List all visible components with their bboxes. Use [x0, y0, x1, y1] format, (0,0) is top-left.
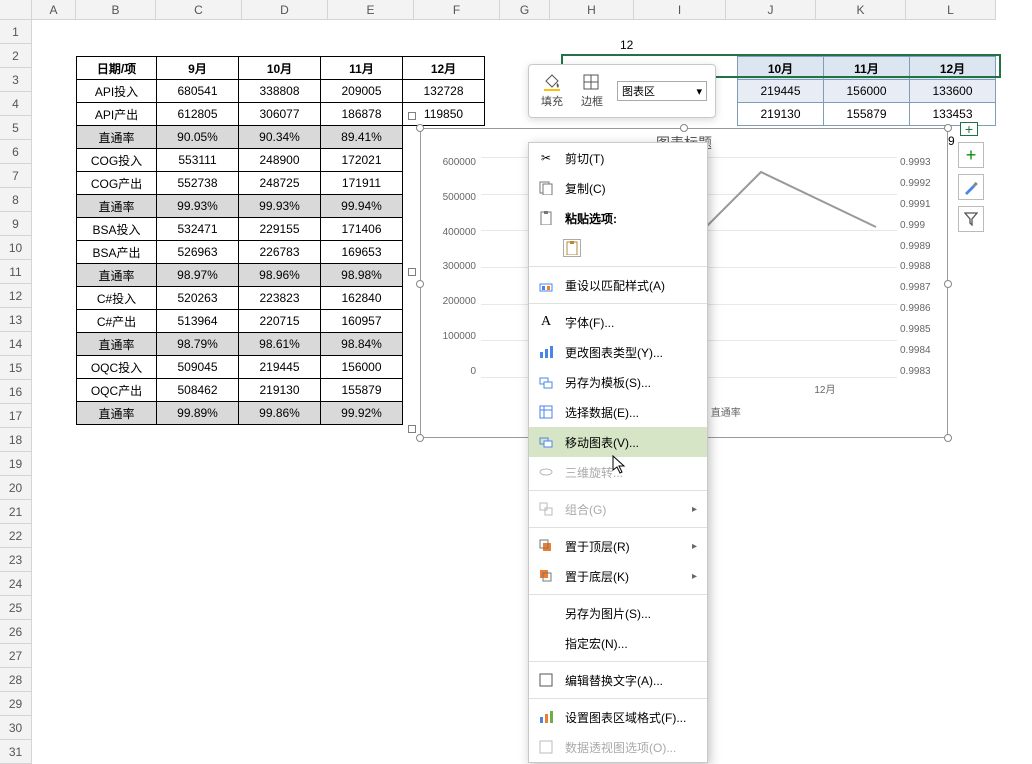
menu-copy[interactable]: 复制(C): [529, 173, 707, 203]
menu-reset-style[interactable]: 重设以匹配样式(A): [529, 270, 707, 300]
rotate-3d-icon: [537, 463, 555, 481]
chart-handle[interactable]: [944, 124, 952, 132]
data-table-right[interactable]: 10月11月12月2194451560001336002191301558791…: [737, 56, 996, 126]
menu-save-as-template[interactable]: 另存为模板(S)...: [529, 367, 707, 397]
paste-icon: [563, 239, 581, 257]
selection-handle[interactable]: [408, 425, 416, 433]
chart-side-buttons: +: [958, 142, 984, 232]
border-icon: [582, 73, 602, 91]
chart-handle[interactable]: [944, 434, 952, 442]
font-icon: A: [537, 313, 555, 331]
chart-element-select[interactable]: 图表区 ▾: [617, 81, 707, 101]
group-icon: [537, 500, 555, 518]
chart-handle[interactable]: [416, 280, 424, 288]
select-value: 图表区: [622, 83, 655, 99]
copy-icon: [537, 179, 555, 197]
menu-edit-alt-text[interactable]: 编辑替换文字(A)...: [529, 665, 707, 695]
alt-text-icon: [537, 671, 555, 689]
paint-bucket-icon: [542, 73, 562, 91]
menu-group: 组合(G)▸: [529, 494, 707, 524]
menu-change-chart-type[interactable]: 更改图表类型(Y)...: [529, 337, 707, 367]
scissors-icon: ✂: [537, 149, 555, 167]
row-headers: 1234567891011121314151617181920212223242…: [0, 20, 32, 764]
selection-handle[interactable]: [408, 112, 416, 120]
send-back-icon: [537, 567, 555, 585]
menu-3d-rotate: 三维旋转...: [529, 457, 707, 487]
mini-format-toolbar: 填充 边框 图表区 ▾: [528, 64, 716, 118]
context-menu: ✂剪切(T) 复制(C) 粘贴选项: 重设以匹配样式(A) A字体(F)... …: [528, 142, 708, 763]
reset-style-icon: [537, 276, 555, 294]
bring-front-icon: [537, 537, 555, 555]
chart-y-axis-primary: 6000005000004000003000002000001000000: [426, 157, 476, 377]
chart-y-axis-secondary: 0.99930.99920.99910.9990.99890.99880.998…: [900, 157, 945, 377]
chart-styles-button[interactable]: [958, 174, 984, 200]
menu-save-as-pic[interactable]: 另存为图片(S)...: [529, 598, 707, 628]
chevron-right-icon: ▸: [692, 541, 697, 552]
legend-label: 直通率: [711, 408, 741, 419]
chevron-down-icon: ▾: [696, 85, 702, 98]
menu-paste-option-1[interactable]: [529, 233, 707, 263]
menu-select-data[interactable]: 选择数据(E)...: [529, 397, 707, 427]
format-icon: [537, 708, 555, 726]
menu-pivot-options: 数据透视图选项(O)...: [529, 732, 707, 762]
chart-handle[interactable]: [416, 434, 424, 442]
save-template-icon: [537, 373, 555, 391]
menu-assign-macro[interactable]: 指定宏(N)...: [529, 628, 707, 658]
border-label: 边框: [581, 93, 603, 109]
chevron-right-icon: ▸: [692, 504, 697, 515]
menu-move-chart[interactable]: 移动图表(V)...: [529, 427, 707, 457]
formula-bar-value: 12: [620, 38, 633, 52]
menu-send-back[interactable]: 置于底层(K)▸: [529, 561, 707, 591]
move-chart-icon: [537, 433, 555, 451]
menu-font[interactable]: A字体(F)...: [529, 307, 707, 337]
fill-button[interactable]: 填充: [537, 71, 567, 111]
chart-elements-button[interactable]: +: [958, 142, 984, 168]
pivot-icon: [537, 738, 555, 756]
menu-bring-front[interactable]: 置于顶层(R)▸: [529, 531, 707, 561]
chart-filter-button[interactable]: [958, 206, 984, 232]
chart-handle[interactable]: [416, 124, 424, 132]
chart-handle[interactable]: [944, 280, 952, 288]
fill-label: 填充: [541, 93, 563, 109]
chevron-right-icon: ▸: [692, 571, 697, 582]
select-data-icon: [537, 403, 555, 421]
menu-cut[interactable]: ✂剪切(T): [529, 143, 707, 173]
chart-type-icon: [537, 343, 555, 361]
border-button[interactable]: 边框: [577, 71, 607, 111]
menu-paste-options-label: 粘贴选项:: [529, 203, 707, 233]
column-headers: ABCDEFGHIJKL: [0, 0, 996, 20]
autofill-plus-icon[interactable]: +: [960, 122, 978, 136]
clipboard-icon: [537, 209, 555, 227]
menu-format-chart-area[interactable]: 设置图表区域格式(F)...: [529, 702, 707, 732]
selection-handle[interactable]: [408, 268, 416, 276]
chart-handle[interactable]: [680, 124, 688, 132]
